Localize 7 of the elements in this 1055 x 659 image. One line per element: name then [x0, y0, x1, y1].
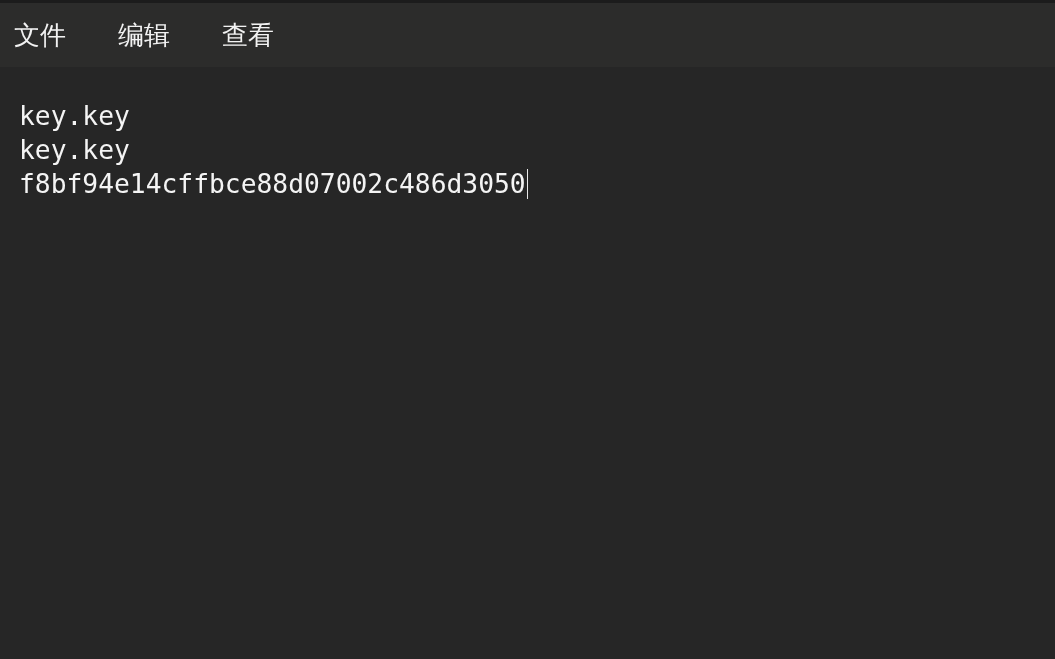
menu-item[interactable]: 文件 — [4, 11, 76, 59]
menu-item[interactable]: 查看 — [212, 11, 284, 59]
menu-item[interactable]: 编辑 — [108, 11, 180, 59]
text-cursor — [526, 169, 528, 199]
text-line: key.key — [19, 134, 130, 167]
text-line: f8bf94e14cffbce88d07002c486d3050 — [19, 168, 526, 201]
text-line: key.key — [19, 100, 130, 133]
